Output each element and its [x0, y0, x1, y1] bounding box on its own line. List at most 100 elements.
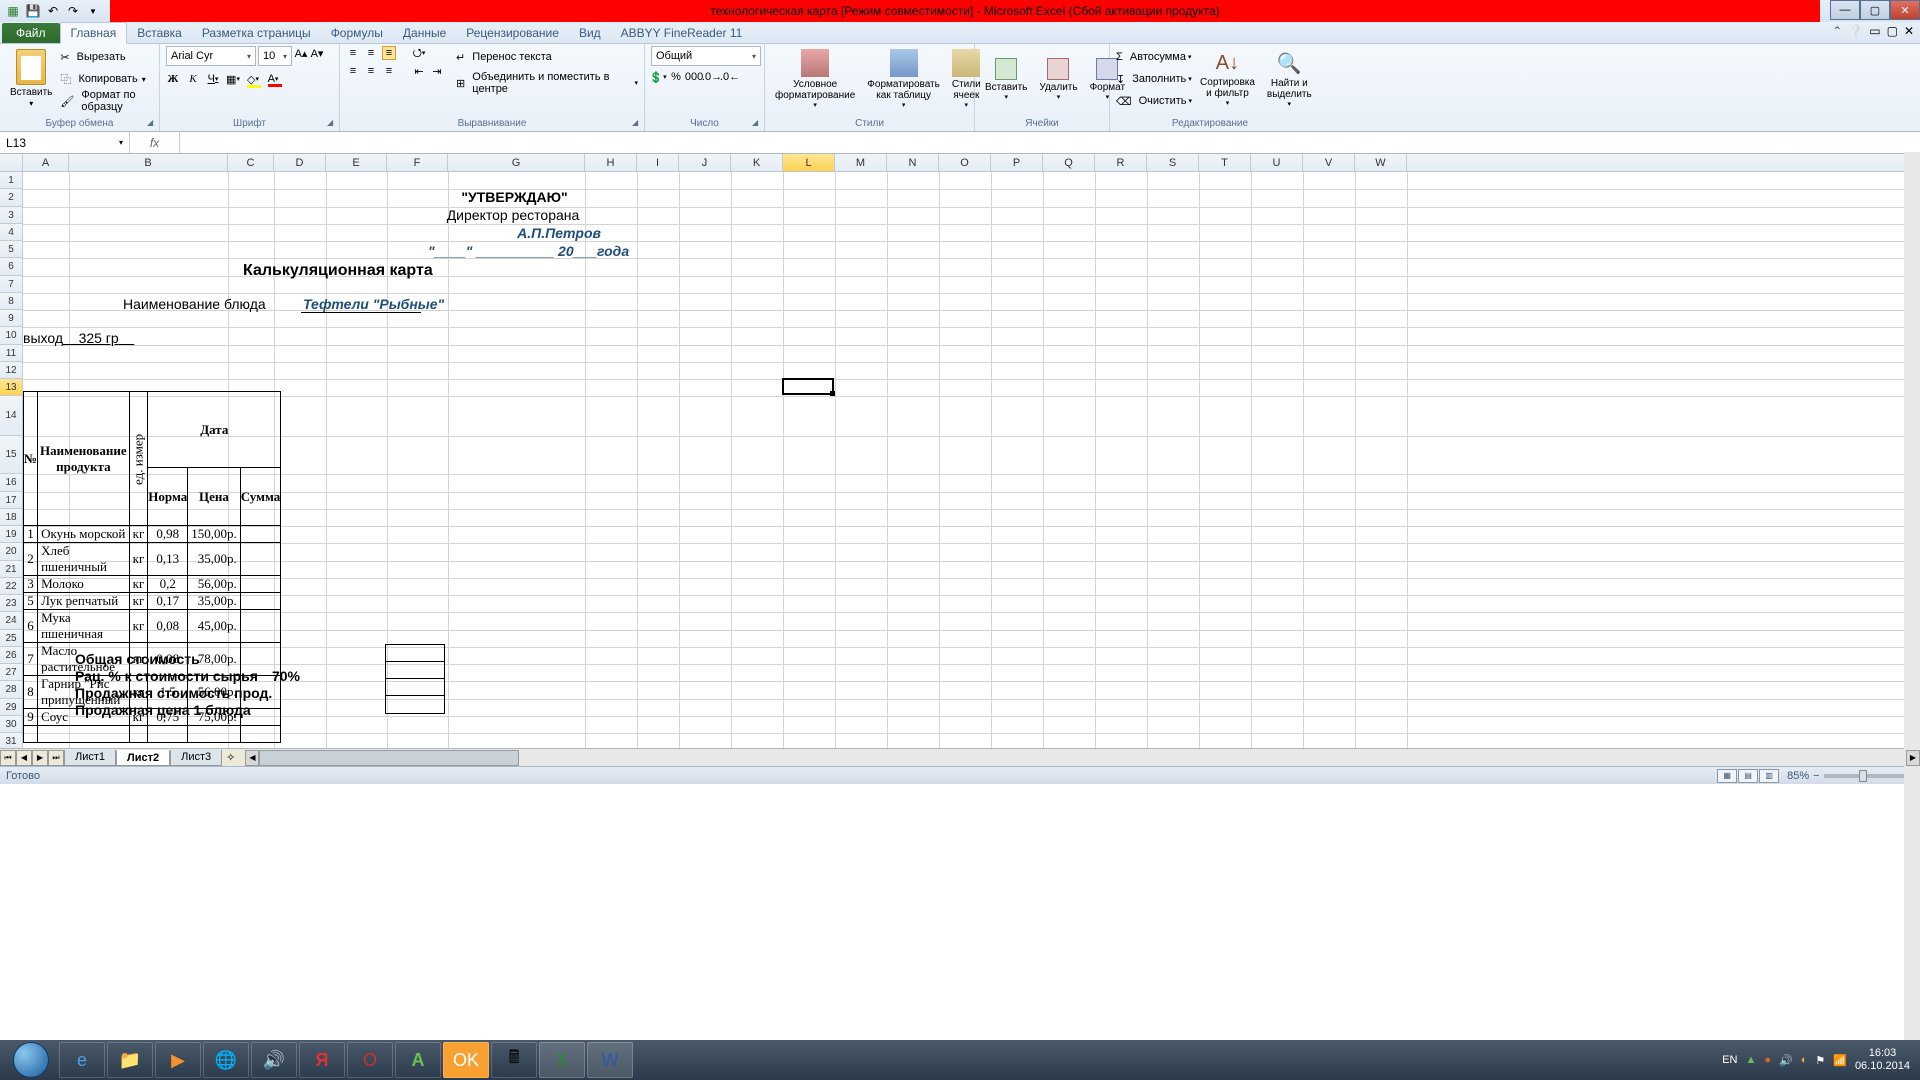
tray-icon-2[interactable]: ● [1764, 1054, 1771, 1066]
fill-button[interactable]: ↧ Заполнить▾ [1116, 68, 1192, 90]
wrap-text-button[interactable]: ↵ Перенос текста [456, 46, 638, 68]
hscroll-left[interactable]: ◀ [245, 750, 259, 766]
number-format-combo[interactable]: Общий▾ [651, 46, 761, 66]
taskbar-media-player[interactable]: ▶ [155, 1042, 201, 1078]
row-header-19[interactable]: 19 [0, 526, 23, 543]
row-header-21[interactable]: 21 [0, 561, 23, 578]
align-top-icon[interactable]: ≡ [346, 46, 360, 60]
column-header-H[interactable]: H [585, 154, 637, 171]
name-box[interactable]: L13▾ [0, 132, 130, 153]
row-header-2[interactable]: 2 [0, 189, 23, 206]
tray-flag-icon[interactable]: ⚑ [1815, 1054, 1825, 1067]
row-header-23[interactable]: 23 [0, 595, 23, 612]
minimize-button[interactable]: — [1830, 0, 1860, 20]
row-header-17[interactable]: 17 [0, 492, 23, 509]
column-header-I[interactable]: I [637, 154, 679, 171]
select-all-button[interactable] [0, 154, 23, 171]
sort-filter-button[interactable]: A↓Сортировка и фильтр▾ [1196, 46, 1259, 112]
column-header-L[interactable]: L [783, 154, 835, 171]
column-header-P[interactable]: P [991, 154, 1043, 171]
tray-network-icon[interactable]: 📶 [1833, 1054, 1847, 1067]
close-button[interactable]: ✕ [1890, 0, 1920, 20]
row-header-20[interactable]: 20 [0, 543, 23, 560]
align-middle-icon[interactable]: ≡ [364, 46, 378, 60]
row-header-18[interactable]: 18 [0, 509, 23, 526]
tray-icon-1[interactable]: ▲ [1745, 1054, 1756, 1066]
underline-button[interactable]: Ч▾ [206, 72, 220, 86]
row-header-14[interactable]: 14 [0, 396, 23, 436]
decrease-decimal-icon[interactable]: .0← [723, 70, 737, 84]
font-size-combo[interactable]: 10▾ [258, 46, 292, 66]
zoom-level[interactable]: 85% [1787, 770, 1809, 782]
orientation-icon[interactable]: ⭯▾ [412, 46, 426, 60]
clipboard-launcher[interactable]: ◢ [147, 118, 157, 128]
row-header-9[interactable]: 9 [0, 310, 23, 327]
align-center-icon[interactable]: ≡ [364, 64, 378, 78]
align-bottom-icon[interactable]: ≡ [382, 46, 396, 60]
copy-button[interactable]: ⿻ Копировать▾ [60, 68, 153, 90]
cut-button[interactable]: ✂ Вырезать [60, 46, 153, 68]
sheet-nav-first[interactable]: ⏮ [0, 750, 16, 766]
sheet-nav-last[interactable]: ⏭ [48, 750, 64, 766]
sheet-tab-Лист1[interactable]: Лист1 [64, 750, 116, 766]
grow-font-icon[interactable]: A▴ [294, 46, 308, 60]
zoom-out-button[interactable]: − [1813, 770, 1819, 782]
save-button[interactable]: 💾 [24, 2, 42, 20]
tab-data[interactable]: Данные [393, 23, 456, 43]
taskbar-sound[interactable]: 🔊 [251, 1042, 297, 1078]
tab-layout[interactable]: Разметка страницы [192, 23, 321, 43]
row-header-26[interactable]: 26 [0, 647, 23, 664]
row-header-7[interactable]: 7 [0, 276, 23, 293]
shrink-font-icon[interactable]: A▾ [310, 46, 324, 60]
row-header-30[interactable]: 30 [0, 716, 23, 733]
tray-volume-icon[interactable]: 🔊 [1779, 1054, 1793, 1067]
column-header-W[interactable]: W [1355, 154, 1407, 171]
format-table-button[interactable]: Форматировать как таблицу▾ [863, 46, 944, 112]
font-family-combo[interactable]: Arial Cyr▾ [166, 46, 256, 66]
taskbar-explorer[interactable]: 📁 [107, 1042, 153, 1078]
hscroll-thumb[interactable] [259, 750, 519, 766]
row-header-25[interactable]: 25 [0, 630, 23, 647]
tab-abbyy[interactable]: ABBYY FineReader 11 [611, 23, 753, 43]
hscroll-right[interactable]: ▶ [1906, 750, 1920, 766]
column-header-B[interactable]: B [69, 154, 228, 171]
comma-icon[interactable]: 000 [687, 70, 701, 84]
border-button[interactable]: ▦▾ [226, 72, 240, 86]
undo-button[interactable]: ↶ [44, 2, 62, 20]
tray-clock[interactable]: 16:03 06.10.2014 [1855, 1047, 1910, 1073]
alignment-launcher[interactable]: ◢ [632, 118, 642, 128]
row-header-12[interactable]: 12 [0, 362, 23, 379]
column-header-R[interactable]: R [1095, 154, 1147, 171]
start-button[interactable] [4, 1041, 58, 1079]
italic-button[interactable]: К [186, 72, 200, 86]
row-header-3[interactable]: 3 [0, 207, 23, 224]
row-header-8[interactable]: 8 [0, 293, 23, 310]
sheet-tab-Лист2[interactable]: Лист2 [116, 750, 170, 766]
delete-cells-button[interactable]: Удалить▾ [1035, 46, 1081, 112]
tray-icon-4[interactable]: ◐ [1801, 1054, 1808, 1066]
row-header-10[interactable]: 10 [0, 327, 23, 344]
row-header-5[interactable]: 5 [0, 241, 23, 258]
taskbar-calc[interactable]: 🖩 [491, 1042, 537, 1078]
column-header-O[interactable]: O [939, 154, 991, 171]
help-icon[interactable]: ❔ [1848, 24, 1863, 38]
redo-button[interactable]: ↷ [64, 2, 82, 20]
merge-center-button[interactable]: ⊞ Объединить и поместить в центре ▾ [456, 72, 638, 94]
vertical-scrollbar[interactable] [1904, 152, 1920, 1044]
mdi-maximize-icon[interactable]: ▢ [1887, 24, 1898, 38]
view-normal-button[interactable]: ▦ [1717, 769, 1737, 783]
column-header-T[interactable]: T [1199, 154, 1251, 171]
column-header-C[interactable]: C [228, 154, 274, 171]
mdi-close-icon[interactable]: ✕ [1904, 24, 1914, 38]
view-page-break-button[interactable]: ▥ [1759, 769, 1779, 783]
sheet-tab-Лист3[interactable]: Лист3 [170, 750, 222, 766]
font-color-button[interactable]: A▾ [266, 72, 280, 86]
increase-decimal-icon[interactable]: .0→ [705, 70, 719, 84]
formula-input[interactable] [180, 132, 1920, 153]
column-header-U[interactable]: U [1251, 154, 1303, 171]
column-header-N[interactable]: N [887, 154, 939, 171]
taskbar-ie[interactable]: e [59, 1042, 105, 1078]
column-header-J[interactable]: J [679, 154, 731, 171]
row-header-11[interactable]: 11 [0, 345, 23, 362]
tab-insert[interactable]: Вставка [127, 23, 192, 43]
